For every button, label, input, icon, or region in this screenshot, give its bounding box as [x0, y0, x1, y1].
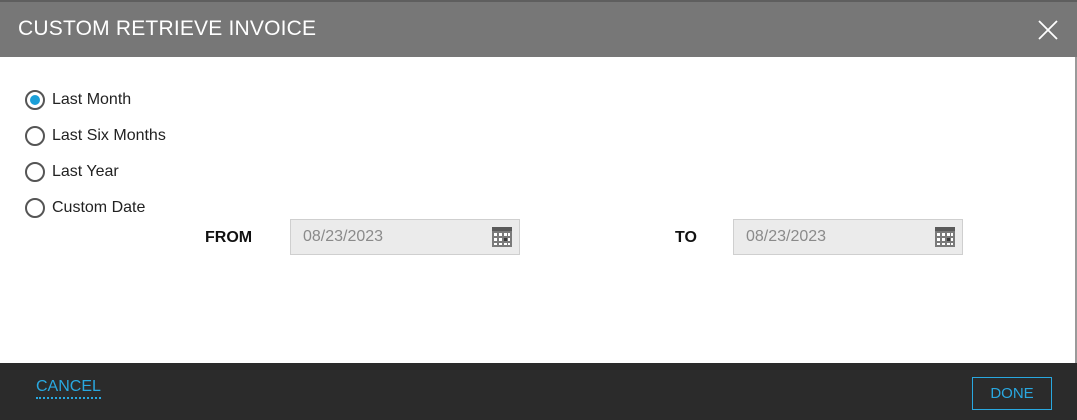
dialog-header: CUSTOM RETRIEVE INVOICE — [0, 0, 1077, 57]
radio-last-year[interactable] — [25, 162, 45, 182]
option-label: Last Month — [52, 91, 132, 108]
cancel-button[interactable]: CANCEL — [36, 378, 101, 399]
radio-last-six-months[interactable] — [25, 126, 45, 146]
to-date-input[interactable] — [734, 220, 929, 254]
to-date-field[interactable] — [733, 219, 963, 255]
option-last-year[interactable]: Last Year — [25, 154, 166, 190]
option-last-six-months[interactable]: Last Six Months — [25, 118, 166, 154]
date-range-options: Last Month Last Six Months Last Year Cus… — [25, 82, 166, 226]
radio-custom-date[interactable] — [25, 198, 45, 218]
from-date-field[interactable] — [290, 219, 520, 255]
done-button[interactable]: DONE — [972, 377, 1052, 410]
option-last-month[interactable]: Last Month — [25, 82, 166, 118]
dialog-title: CUSTOM RETRIEVE INVOICE — [18, 17, 317, 40]
custom-retrieve-invoice-dialog: CUSTOM RETRIEVE INVOICE Last Month Last … — [0, 0, 1077, 420]
close-icon[interactable] — [1037, 19, 1059, 41]
option-label: Last Six Months — [52, 127, 166, 144]
calendar-icon[interactable] — [491, 226, 513, 248]
radio-last-month[interactable] — [25, 90, 45, 110]
to-label: TO — [675, 229, 697, 246]
option-custom-date[interactable]: Custom Date — [25, 190, 166, 226]
from-label: FROM — [205, 229, 253, 246]
option-label: Last Year — [52, 163, 119, 180]
from-date-input[interactable] — [291, 220, 486, 254]
option-label: Custom Date — [52, 199, 146, 216]
calendar-icon[interactable] — [934, 226, 956, 248]
dialog-footer: CANCEL DONE — [0, 363, 1077, 420]
